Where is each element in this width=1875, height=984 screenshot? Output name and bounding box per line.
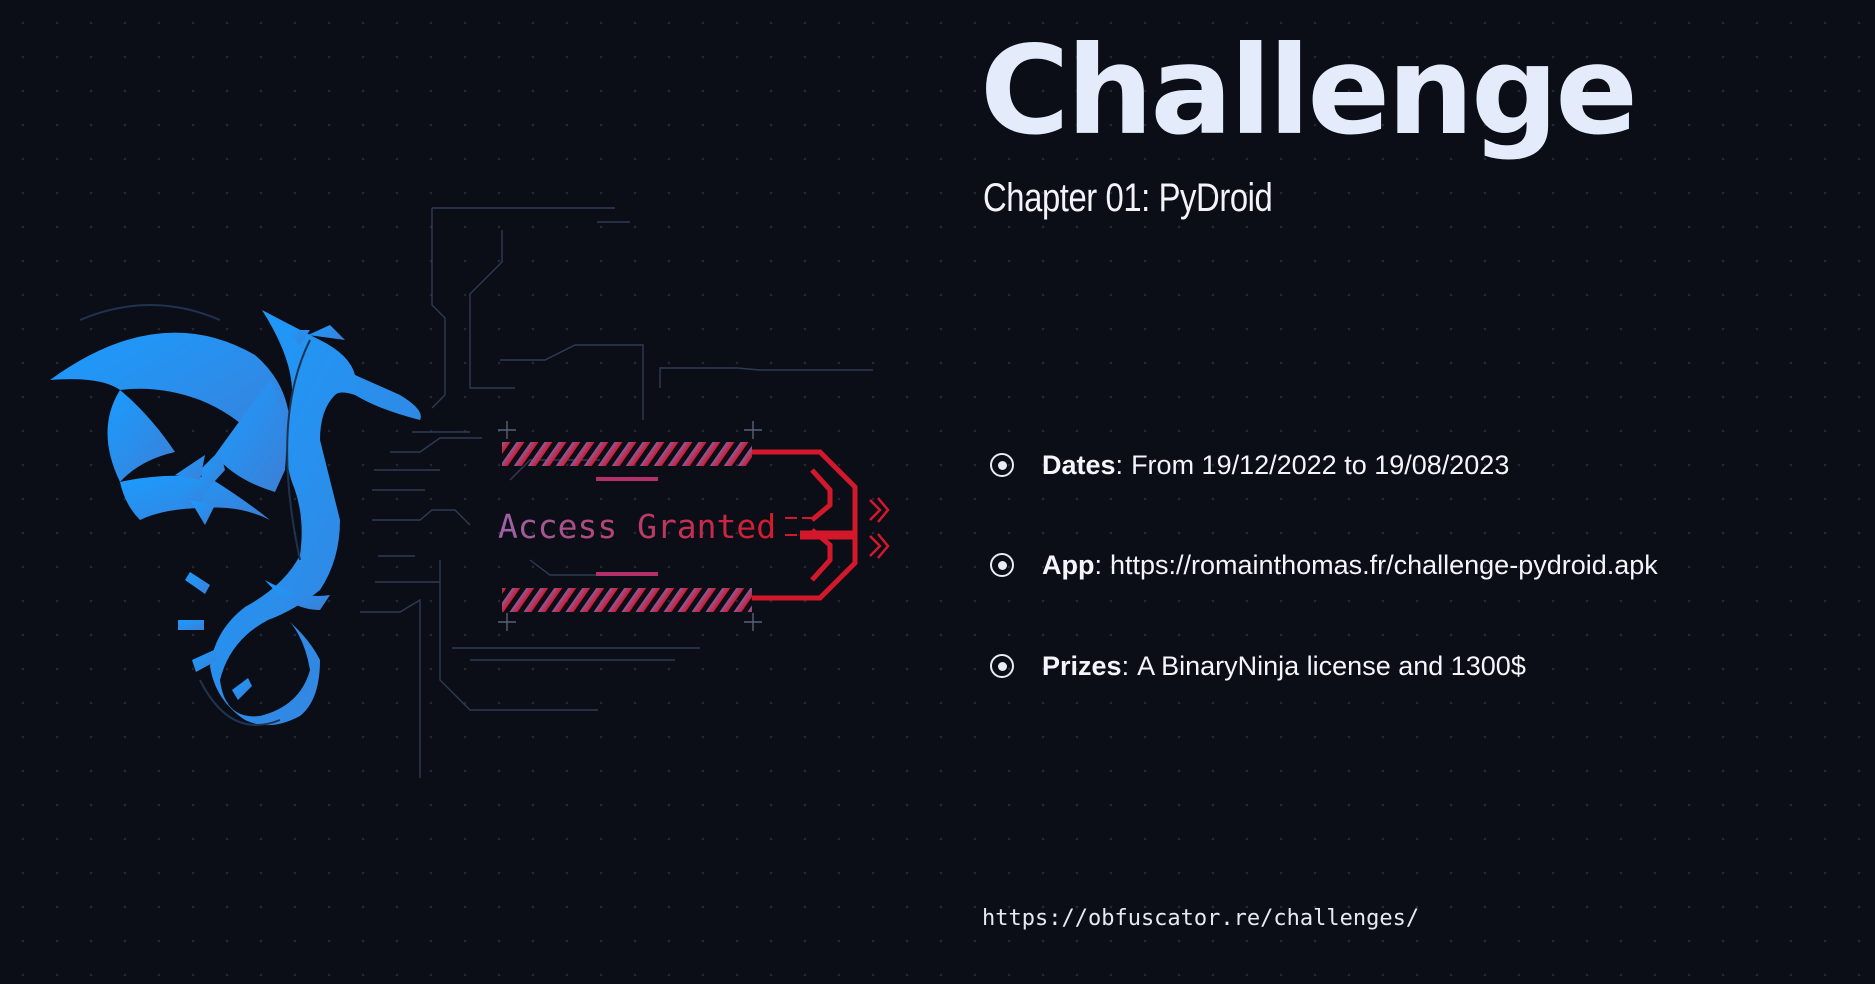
- page-title: Challenge: [980, 20, 1638, 162]
- top-hatch-bar: [502, 442, 752, 466]
- circuit-lines: [360, 207, 873, 778]
- info-item-app: App: https://romainthomas.fr/challenge-p…: [990, 543, 1850, 587]
- info-key-app: App: [1042, 549, 1095, 580]
- app-download-link[interactable]: https://romainthomas.fr/challenge-pydroi…: [1110, 550, 1658, 581]
- access-granted-text: Access Granted: [498, 507, 776, 546]
- page-subtitle: Chapter 01: PyDroid: [983, 176, 1273, 220]
- info-separator: :: [1094, 549, 1102, 580]
- bottom-hatch-bar: [502, 588, 752, 612]
- footer-link[interactable]: https://obfuscator.re/challenges/: [982, 906, 1419, 931]
- info-value-prizes: A BinaryNinja license and 1300$: [1137, 650, 1526, 681]
- info-key-dates: Dates: [1042, 449, 1116, 480]
- info-item-dates: Dates: From 19/12/2022 to 19/08/2023: [990, 443, 1850, 487]
- info-key-prizes: Prizes: [1042, 650, 1122, 681]
- info-separator: :: [1115, 449, 1124, 480]
- red-chevrons: [869, 497, 890, 559]
- bullet-icon: [990, 453, 1014, 477]
- info-item-prizes: Prizes: A BinaryNinja license and 1300$: [990, 644, 1850, 688]
- bullet-icon: [990, 654, 1014, 678]
- info-value-dates: From 19/12/2022 to 19/08/2023: [1131, 449, 1510, 480]
- bullet-icon: [990, 553, 1014, 577]
- hero-artwork: Access Granted: [50, 207, 890, 778]
- dragon-logo-icon: [50, 310, 421, 726]
- info-separator: :: [1121, 650, 1130, 681]
